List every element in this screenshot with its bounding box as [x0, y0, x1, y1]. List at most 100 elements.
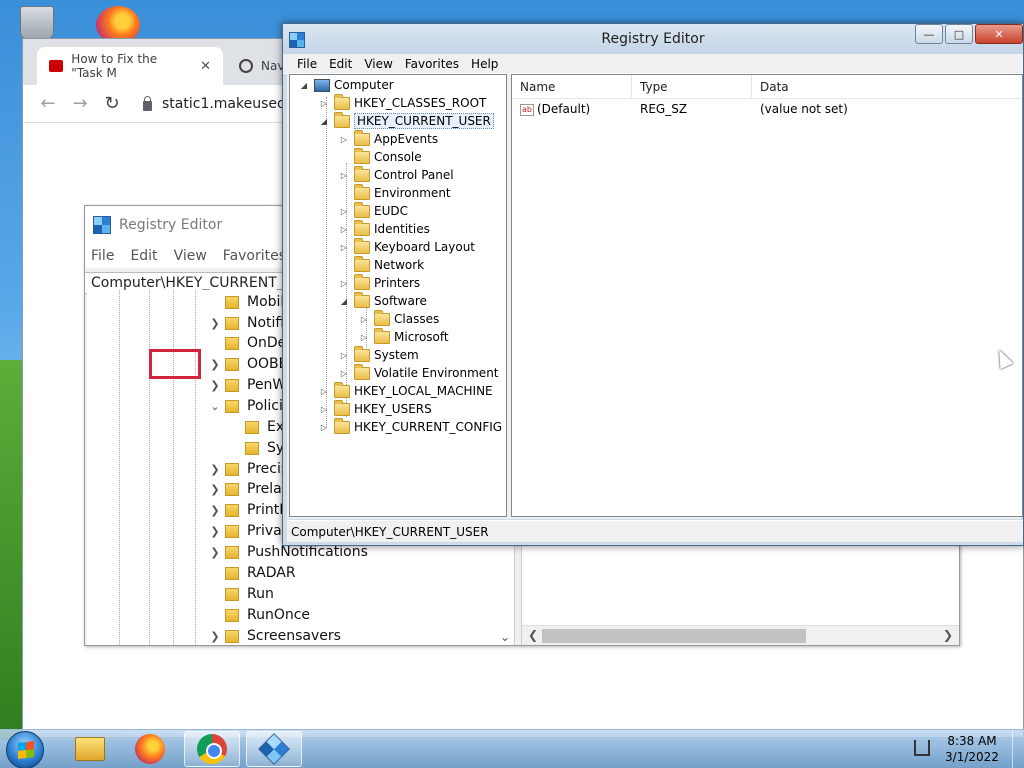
reload-icon[interactable]: ↻ — [103, 93, 121, 114]
tree-node-printers[interactable]: ▷ Printers — [338, 273, 420, 292]
collapsed-triangle-icon[interactable]: ▷ — [338, 277, 350, 289]
tree-node-appevents[interactable]: ▷ AppEvents — [338, 129, 438, 148]
address-bar[interactable]: static1.makeuseof — [143, 95, 291, 112]
status-bar: Computer\HKEY_CURRENT_USER — [287, 520, 1023, 542]
start-button[interactable] — [6, 731, 44, 768]
tree-node-console[interactable]: Console — [338, 147, 422, 166]
tree-node-control-panel[interactable]: ▷ Control Panel — [338, 165, 454, 184]
folder-icon — [354, 165, 370, 182]
address-text: static1.makeuseof — [162, 95, 291, 112]
tree-node-hkey-current-user[interactable]: ◢ HKEY_CURRENT_USER — [318, 111, 494, 130]
titlebar[interactable]: Registry Editor — □ ✕ — [283, 24, 1023, 54]
folder-icon — [354, 255, 370, 272]
tree-node-hkey-users[interactable]: ▷ HKEY_USERS — [318, 399, 432, 418]
folder-icon — [354, 129, 370, 146]
collapsed-triangle-icon[interactable]: ▷ — [338, 367, 350, 379]
registry-editor-icon[interactable] — [289, 32, 305, 48]
close-tab-icon[interactable]: ✕ — [200, 59, 211, 74]
folder-open-icon — [334, 111, 350, 128]
maximize-button[interactable]: □ — [945, 24, 973, 44]
column-header-data[interactable]: Data — [752, 75, 1022, 98]
taskbar-explorer[interactable] — [62, 731, 118, 767]
menu-item: View — [173, 248, 207, 264]
folder-icon — [354, 273, 370, 290]
tree-row: ❯ Privac — [210, 523, 290, 539]
collapsed-triangle-icon[interactable]: ▷ — [338, 169, 350, 181]
folder-icon — [354, 201, 370, 218]
tab-task-manager-article[interactable]: How to Fix the "Task M ✕ — [37, 47, 223, 85]
folder-icon — [334, 381, 350, 398]
tree-node-computer[interactable]: ◢ Computer — [298, 76, 394, 94]
tab-label: Nav — [261, 59, 285, 73]
collapsed-triangle-icon[interactable]: ▷ — [358, 313, 370, 325]
column-header-type[interactable]: Type — [632, 75, 752, 98]
collapsed-triangle-icon[interactable]: ▷ — [338, 241, 350, 253]
tree-node-keyboard-layout[interactable]: ▷ Keyboard Layout — [338, 237, 475, 256]
collapsed-triangle-icon[interactable]: ▷ — [318, 403, 330, 415]
column-header-name[interactable]: Name — [512, 75, 632, 98]
collapsed-triangle-icon[interactable]: ▷ — [318, 421, 330, 433]
expanded-triangle-icon[interactable]: ◢ — [338, 295, 350, 307]
expanded-triangle-icon[interactable]: ◢ — [298, 79, 310, 91]
menu-item: Edit — [130, 248, 158, 264]
tree-node-eudc[interactable]: ▷ EUDC — [338, 201, 408, 220]
chrome-icon — [197, 734, 227, 764]
minimize-button[interactable]: — — [915, 24, 943, 44]
folder-icon — [354, 291, 370, 308]
recycle-bin-icon[interactable] — [20, 6, 54, 40]
tree-node-classes[interactable]: ▷ Classes — [358, 309, 439, 328]
menu-favorites[interactable]: Favorites — [399, 54, 465, 73]
taskbar-regedit[interactable] — [246, 731, 302, 767]
expanded-triangle-icon[interactable]: ◢ — [318, 115, 330, 127]
taskbar-chrome[interactable] — [184, 731, 240, 767]
clock-time: 8:38 AM — [947, 734, 997, 748]
taskbar-firefox[interactable] — [122, 731, 178, 767]
tree-row: Run — [205, 584, 274, 604]
clock[interactable]: 8:38 AM 3/1/2022 — [940, 733, 1004, 765]
tree-node-identities[interactable]: ▷ Identities — [338, 219, 430, 238]
collapsed-triangle-icon[interactable]: ▷ — [358, 331, 370, 343]
network-icon[interactable] — [914, 740, 930, 756]
menu-view[interactable]: View — [358, 54, 398, 73]
tree-node-network[interactable]: Network — [338, 255, 424, 274]
tree-node-hkey-current-config[interactable]: ▷ HKEY_CURRENT_CONFIG — [318, 417, 502, 436]
show-desktop-button[interactable] — [1012, 730, 1024, 768]
tree-node-hkey-classes-root[interactable]: ▷ HKEY_CLASSES_ROOT — [318, 93, 486, 112]
close-button[interactable]: ✕ — [975, 24, 1023, 44]
tree-row: ❯ Notifi — [210, 315, 285, 331]
collapsed-triangle-icon[interactable]: ▷ — [318, 97, 330, 109]
menu-edit[interactable]: Edit — [323, 54, 358, 73]
tree-node-microsoft[interactable]: ▷ Microsoft — [358, 327, 449, 346]
tree-node-environment[interactable]: Environment — [338, 183, 451, 202]
collapsed-triangle-icon[interactable]: ▷ — [318, 385, 330, 397]
values-list[interactable]: Name Type Data ab (Default) REG_SZ (value… — [511, 74, 1023, 517]
tab-label: How to Fix the "Task M — [71, 52, 158, 80]
list-header: Name Type Data — [512, 75, 1022, 99]
menu-help[interactable]: Help — [465, 54, 504, 73]
folder-icon — [334, 399, 350, 416]
taskbar: 8:38 AM 3/1/2022 — [0, 729, 1024, 768]
string-value-icon: ab — [520, 103, 534, 116]
back-arrow-icon[interactable]: ← — [39, 93, 57, 114]
registry-editor-window: Registry Editor — □ ✕ File Edit View Fav… — [282, 23, 1024, 546]
tree-node-system[interactable]: ▷ System — [338, 345, 419, 364]
collapsed-triangle-icon[interactable]: ▷ — [338, 223, 350, 235]
forward-arrow-icon[interactable]: → — [71, 93, 89, 114]
tree-row: ⌄ Policie — [210, 398, 292, 414]
tree-node-software[interactable]: ◢ Software — [338, 291, 427, 310]
window-title: Registry Editor — [601, 31, 705, 47]
tree-row: ❯ Screensavers — [210, 628, 341, 644]
value-data: (value not set) — [760, 102, 848, 116]
value-row[interactable]: ab (Default) REG_SZ (value not set) — [512, 99, 1022, 119]
tree-node-volatile-environment[interactable]: ▷ Volatile Environment — [338, 363, 499, 382]
collapsed-triangle-icon[interactable]: ▷ — [338, 349, 350, 361]
menu-file[interactable]: File — [291, 54, 323, 73]
makeuseof-favicon-icon — [49, 60, 64, 72]
collapsed-triangle-icon[interactable]: ▷ — [338, 133, 350, 145]
tree-row: Mobili — [205, 292, 288, 312]
collapsed-triangle-icon[interactable]: ▷ — [338, 205, 350, 217]
tree-row: ❯ PenW — [210, 377, 287, 393]
menu-item: Favorites — [222, 248, 287, 264]
tree-node-hkey-local-machine[interactable]: ▷ HKEY_LOCAL_MACHINE — [318, 381, 493, 400]
key-tree[interactable]: ◢ Computer ▷ HKEY_CLASSES_ROOT ◢ HKEY_CU… — [289, 74, 507, 517]
